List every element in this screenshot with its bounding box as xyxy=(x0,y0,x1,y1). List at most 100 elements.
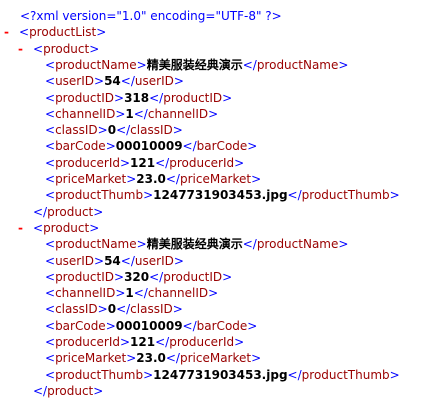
close-bracket: > xyxy=(247,318,258,333)
xml-line: <barCode>00010009</barCode> xyxy=(0,137,426,155)
close-bracket: > xyxy=(114,90,125,105)
tag-name: barCode xyxy=(55,318,106,333)
close-bracket: > xyxy=(222,90,233,105)
element-value: 23.0 xyxy=(136,351,166,366)
xml-line: <producerId>121</producerId> xyxy=(0,333,426,351)
open-bracket: </ xyxy=(133,286,148,301)
open-bracket: </ xyxy=(155,335,170,349)
close-bracket: > xyxy=(94,74,105,89)
close-bracket: > xyxy=(97,302,108,317)
xml-line: <priceMarket>23.0</priceMarket> xyxy=(0,170,426,188)
open-bracket: < xyxy=(33,220,44,235)
close-bracket: > xyxy=(173,74,184,89)
tag-name: productThumb xyxy=(55,367,144,382)
open-bracket: </ xyxy=(287,367,302,382)
element-value: 23.0 xyxy=(136,172,166,186)
open-bracket: < xyxy=(45,57,56,72)
xml-node: <productName>精美服装经典演示</productName> xyxy=(45,235,348,253)
collapse-toggle[interactable]: - xyxy=(18,40,23,58)
close-bracket: > xyxy=(97,123,108,138)
xml-node: <productName>精美服装经典演示</productName> xyxy=(45,56,348,74)
xml-node: <userID>54</userID> xyxy=(45,252,184,270)
close-bracket: > xyxy=(172,302,183,317)
tag-name: priceMarket xyxy=(179,172,252,186)
close-bracket: > xyxy=(105,139,116,154)
tag-name: priceMarket xyxy=(55,172,127,186)
open-bracket: </ xyxy=(120,74,135,89)
tag-name: producerId xyxy=(55,335,120,349)
xml-line: <priceMarket>23.0</priceMarket> xyxy=(0,349,426,367)
open-bracket: </ xyxy=(155,155,170,170)
xml-node: <productThumb>1247731903453.jpg</product… xyxy=(45,366,400,384)
tag-name: product xyxy=(47,204,94,219)
open-bracket: < xyxy=(45,335,56,349)
open-bracket: </ xyxy=(33,204,48,219)
element-value: 精美服装经典演示 xyxy=(146,57,243,72)
open-bracket: < xyxy=(45,237,56,252)
tag-name: userID xyxy=(134,253,174,268)
xml-node: <classID>0</classID> xyxy=(45,121,183,139)
xml-line: <classID>0</classID> xyxy=(0,300,426,318)
tag-name: channelID xyxy=(147,106,209,121)
xml-line: <productName>精美服装经典演示</productName> xyxy=(0,235,426,253)
close-bracket: > xyxy=(93,204,104,219)
open-bracket: </ xyxy=(116,302,131,317)
xml-line: <?xml version="1.0" encoding="UTF-8" ?> xyxy=(0,7,426,25)
tag-name: classID xyxy=(55,123,98,138)
element-value: 0 xyxy=(107,123,117,138)
open-bracket: </ xyxy=(165,172,180,186)
element-value: 1 xyxy=(125,286,134,301)
open-bracket: </ xyxy=(33,383,48,398)
element-value: 00010009 xyxy=(115,318,183,333)
close-bracket: > xyxy=(251,351,262,366)
element-value: 320 xyxy=(124,269,150,284)
xml-line: - <productList> xyxy=(0,23,426,41)
close-bracket: > xyxy=(234,335,245,349)
open-bracket: < xyxy=(45,253,56,268)
xml-declaration: <?xml version="1.0" encoding="UTF-8" ?> xyxy=(20,9,282,23)
close-bracket: > xyxy=(136,57,147,72)
tag-name: channelID xyxy=(55,286,116,301)
close-bracket: > xyxy=(389,188,400,203)
close-bracket: > xyxy=(93,383,104,398)
element-value: 121 xyxy=(130,335,156,349)
open-bracket: </ xyxy=(133,106,148,121)
tag-name: userID xyxy=(55,74,95,89)
element-value: 1247731903453.jpg xyxy=(153,188,288,203)
open-bracket: </ xyxy=(116,123,131,138)
close-bracket: > xyxy=(208,106,219,121)
tag-name: classID xyxy=(130,302,173,317)
close-bracket: > xyxy=(208,286,219,301)
open-bracket: </ xyxy=(242,57,257,72)
xml-node: <product> xyxy=(33,219,99,237)
xml-line: <channelID>1</channelID> xyxy=(0,105,426,123)
xml-node: <productList> xyxy=(19,23,106,41)
open-bracket: < xyxy=(19,25,30,40)
open-bracket: < xyxy=(45,286,56,301)
open-bracket: </ xyxy=(182,318,197,333)
open-bracket: </ xyxy=(182,139,197,154)
element-value: 1 xyxy=(125,106,134,121)
tag-name: productThumb xyxy=(301,188,390,203)
tag-name: priceMarket xyxy=(179,351,252,366)
collapse-toggle[interactable]: - xyxy=(18,219,23,237)
open-bracket: </ xyxy=(165,351,180,366)
close-bracket: > xyxy=(105,318,116,333)
close-bracket: > xyxy=(115,106,126,121)
tag-name: product xyxy=(43,220,90,235)
element-value: 318 xyxy=(124,90,150,105)
tag-name: classID xyxy=(130,123,173,138)
tag-name: userID xyxy=(55,253,95,268)
open-bracket: </ xyxy=(242,237,257,252)
element-value: 精美服装经典演示 xyxy=(146,237,243,252)
tag-name: barCode xyxy=(55,139,106,154)
xml-node: <productID>320</productID> xyxy=(45,268,232,286)
xml-node: <barCode>00010009</barCode> xyxy=(45,317,257,335)
collapse-toggle[interactable]: - xyxy=(4,23,9,41)
xml-node: <producerId>121</producerId> xyxy=(45,154,244,172)
close-bracket: > xyxy=(143,188,154,203)
open-bracket: < xyxy=(45,90,56,105)
xml-node: <priceMarket>23.0</priceMarket> xyxy=(45,349,261,367)
xml-line: </product> xyxy=(0,203,426,221)
tag-name: productID xyxy=(163,90,223,105)
